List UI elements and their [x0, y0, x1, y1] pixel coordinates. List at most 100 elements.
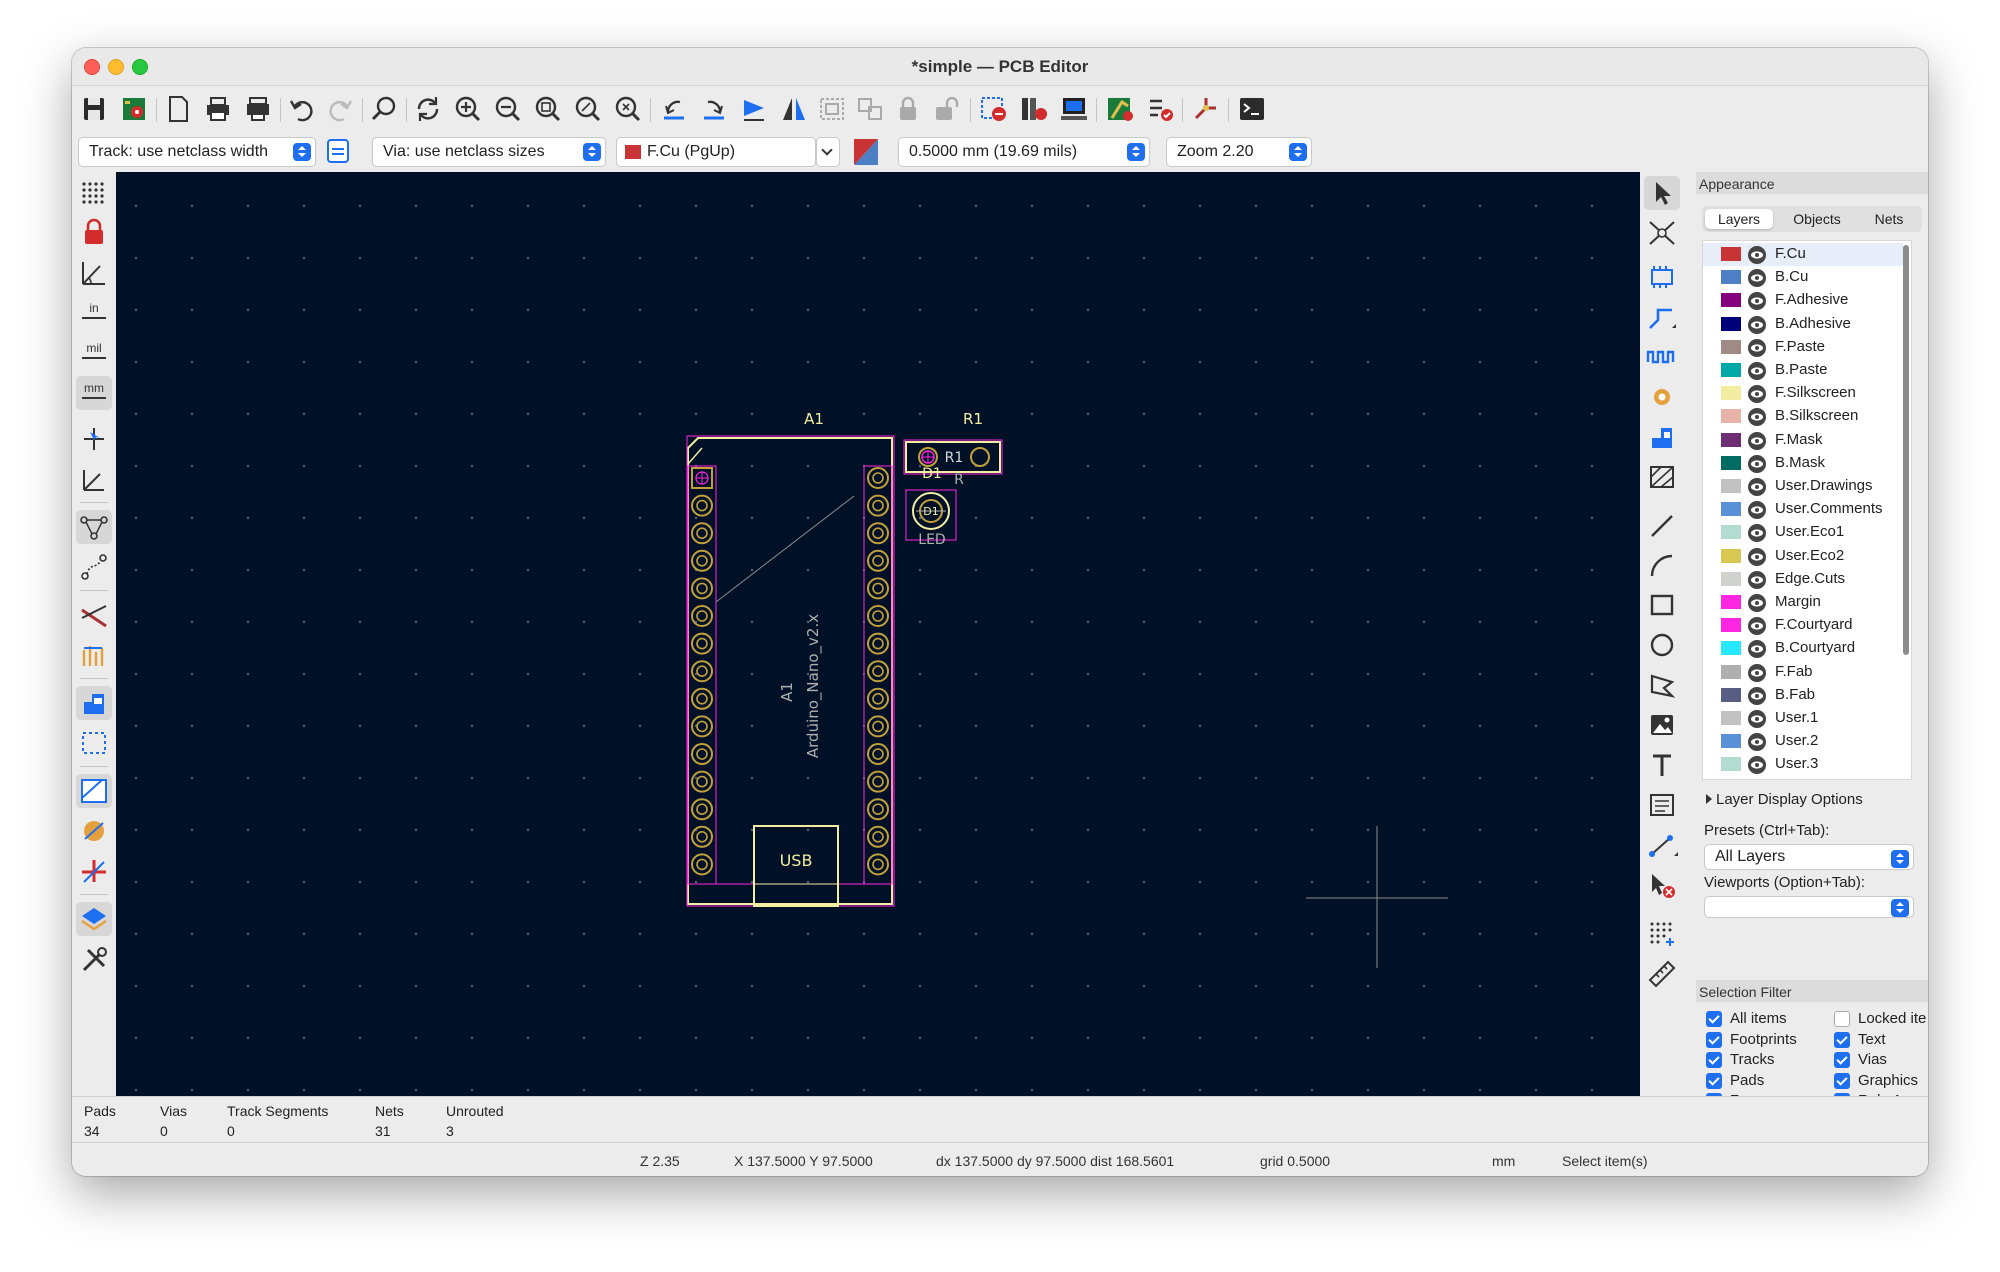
eye-icon[interactable]: [1747, 338, 1767, 358]
draw-arc-icon[interactable]: [1644, 548, 1680, 582]
measure-tool-icon[interactable]: [1644, 956, 1680, 990]
layer-color-swatch[interactable]: [1721, 293, 1741, 308]
eye-icon[interactable]: [1747, 570, 1767, 590]
layer-color-swatch[interactable]: [1721, 571, 1741, 586]
inch-units-icon[interactable]: in: [76, 296, 112, 330]
add-via-icon[interactable]: [1644, 380, 1680, 414]
lock-grid-icon[interactable]: [76, 216, 112, 250]
layer-color-swatch[interactable]: [1721, 711, 1741, 725]
draw-polygon-icon[interactable]: [1644, 668, 1680, 702]
ungroup-icon[interactable]: [852, 92, 888, 126]
show-ratsnest-icon[interactable]: [76, 510, 112, 544]
grid-select[interactable]: 0.5000 mm (19.69 mils): [898, 137, 1150, 167]
layer-color-swatch[interactable]: [1721, 687, 1741, 702]
layer-row[interactable]: User.1: [1703, 707, 1903, 730]
eye-icon[interactable]: [1747, 245, 1767, 265]
track-width-select[interactable]: Track: use netclass width: [78, 137, 316, 167]
group-icon[interactable]: [814, 92, 850, 126]
zone-outline-icon[interactable]: [76, 726, 112, 760]
draw-line-icon[interactable]: [1644, 508, 1680, 542]
eye-icon[interactable]: [1747, 547, 1767, 567]
layer-select[interactable]: F.Cu (PgUp): [616, 137, 816, 167]
layer-row[interactable]: F.Cu: [1703, 243, 1903, 266]
delete-tool-icon[interactable]: [1644, 868, 1680, 902]
layer-color-swatch[interactable]: [1721, 270, 1741, 285]
checkbox-checked-icon[interactable]: [1706, 1072, 1722, 1089]
zoom-objects-icon[interactable]: [570, 92, 606, 126]
eye-icon[interactable]: [1747, 686, 1767, 706]
add-textbox-icon[interactable]: [1644, 788, 1680, 822]
rotate-ccw-icon[interactable]: [656, 92, 692, 126]
eye-icon[interactable]: [1747, 268, 1767, 288]
layer-color-swatch[interactable]: [1721, 363, 1741, 377]
layer-color-swatch[interactable]: [1721, 455, 1741, 470]
viewports-select[interactable]: [1704, 896, 1914, 918]
grid-toggle-icon[interactable]: [76, 176, 112, 210]
layer-row[interactable]: User.Eco1: [1703, 521, 1903, 544]
eye-icon[interactable]: [1747, 315, 1767, 335]
layer-row[interactable]: User.Comments: [1703, 498, 1903, 521]
eye-icon[interactable]: [1747, 755, 1767, 775]
grid-origin-icon[interactable]: [1644, 916, 1680, 950]
layer-color-swatch[interactable]: [1721, 502, 1741, 517]
track-display-icon[interactable]: [76, 598, 112, 632]
update-pcb-icon[interactable]: [1102, 92, 1138, 126]
scripting-console-icon[interactable]: [1234, 92, 1270, 126]
checkbox-checked-icon[interactable]: [1706, 1052, 1722, 1069]
layer-color-swatch[interactable]: [1721, 247, 1741, 261]
checkbox-checked-icon[interactable]: [1834, 1031, 1850, 1048]
eye-icon[interactable]: [1747, 384, 1767, 404]
high-contrast-icon[interactable]: [76, 638, 112, 672]
lock-icon[interactable]: [890, 92, 926, 126]
redo-icon[interactable]: [322, 92, 358, 126]
checkbox-unchecked-icon[interactable]: [1834, 1011, 1850, 1027]
eye-icon[interactable]: [1747, 639, 1767, 659]
rotate-cw-icon[interactable]: [696, 92, 732, 126]
track-outline-icon[interactable]: [76, 854, 112, 888]
draw-rectangle-icon[interactable]: [1644, 588, 1680, 622]
layer-color-swatch[interactable]: [1721, 734, 1741, 749]
layer-color-swatch[interactable]: [1721, 339, 1741, 354]
layer-row[interactable]: F.Mask: [1703, 429, 1903, 452]
zoom-in-icon[interactable]: [450, 92, 486, 126]
add-footprint-icon[interactable]: [1644, 260, 1680, 294]
eye-icon[interactable]: [1747, 454, 1767, 474]
unlock-icon[interactable]: [928, 92, 964, 126]
polar-coords-icon[interactable]: [76, 256, 112, 290]
local-coordinates-icon[interactable]: [76, 462, 112, 496]
eye-icon[interactable]: [1747, 593, 1767, 613]
find-icon[interactable]: [366, 92, 402, 126]
eye-icon[interactable]: [1747, 291, 1767, 311]
layer-row[interactable]: B.Silkscreen: [1703, 405, 1903, 428]
add-text-icon[interactable]: [1644, 748, 1680, 782]
layer-row[interactable]: Margin: [1703, 591, 1903, 614]
page-settings-icon[interactable]: [160, 92, 196, 126]
layer-row[interactable]: F.Silkscreen: [1703, 382, 1903, 405]
add-image-icon[interactable]: [1644, 708, 1680, 742]
layer-color-swatch[interactable]: [1721, 409, 1741, 424]
zoom-selection-icon[interactable]: [610, 92, 646, 126]
3d-viewer-icon[interactable]: [1056, 92, 1092, 126]
layer-row[interactable]: B.Courtyard: [1703, 637, 1903, 660]
checkbox-checked-icon[interactable]: [1834, 1052, 1850, 1069]
layers-manager-icon[interactable]: [76, 902, 112, 936]
tune-length-icon[interactable]: [1644, 340, 1680, 374]
layer-color-swatch[interactable]: [1721, 641, 1741, 656]
router-icon[interactable]: [1188, 92, 1224, 126]
tab-nets[interactable]: Nets: [1860, 209, 1918, 229]
filled-zone-icon[interactable]: [76, 686, 112, 720]
mm-units-icon[interactable]: mm: [76, 376, 112, 410]
plot-icon[interactable]: [240, 92, 276, 126]
properties-tools-icon[interactable]: [76, 942, 112, 976]
layer-color-swatch[interactable]: [1721, 595, 1741, 609]
presets-select[interactable]: All Layers: [1704, 844, 1914, 870]
layer-color-swatch[interactable]: [1721, 316, 1741, 331]
pad-outline-icon[interactable]: [76, 774, 112, 808]
undo-icon[interactable]: [284, 92, 320, 126]
cursor-shape-icon[interactable]: [76, 422, 112, 456]
refresh-icon[interactable]: [410, 92, 446, 126]
auto-track-width-icon[interactable]: [320, 135, 356, 169]
layer-row[interactable]: User.Drawings: [1703, 475, 1903, 498]
draw-circle-icon[interactable]: [1644, 628, 1680, 662]
layer-color-swatch[interactable]: [1721, 525, 1741, 540]
